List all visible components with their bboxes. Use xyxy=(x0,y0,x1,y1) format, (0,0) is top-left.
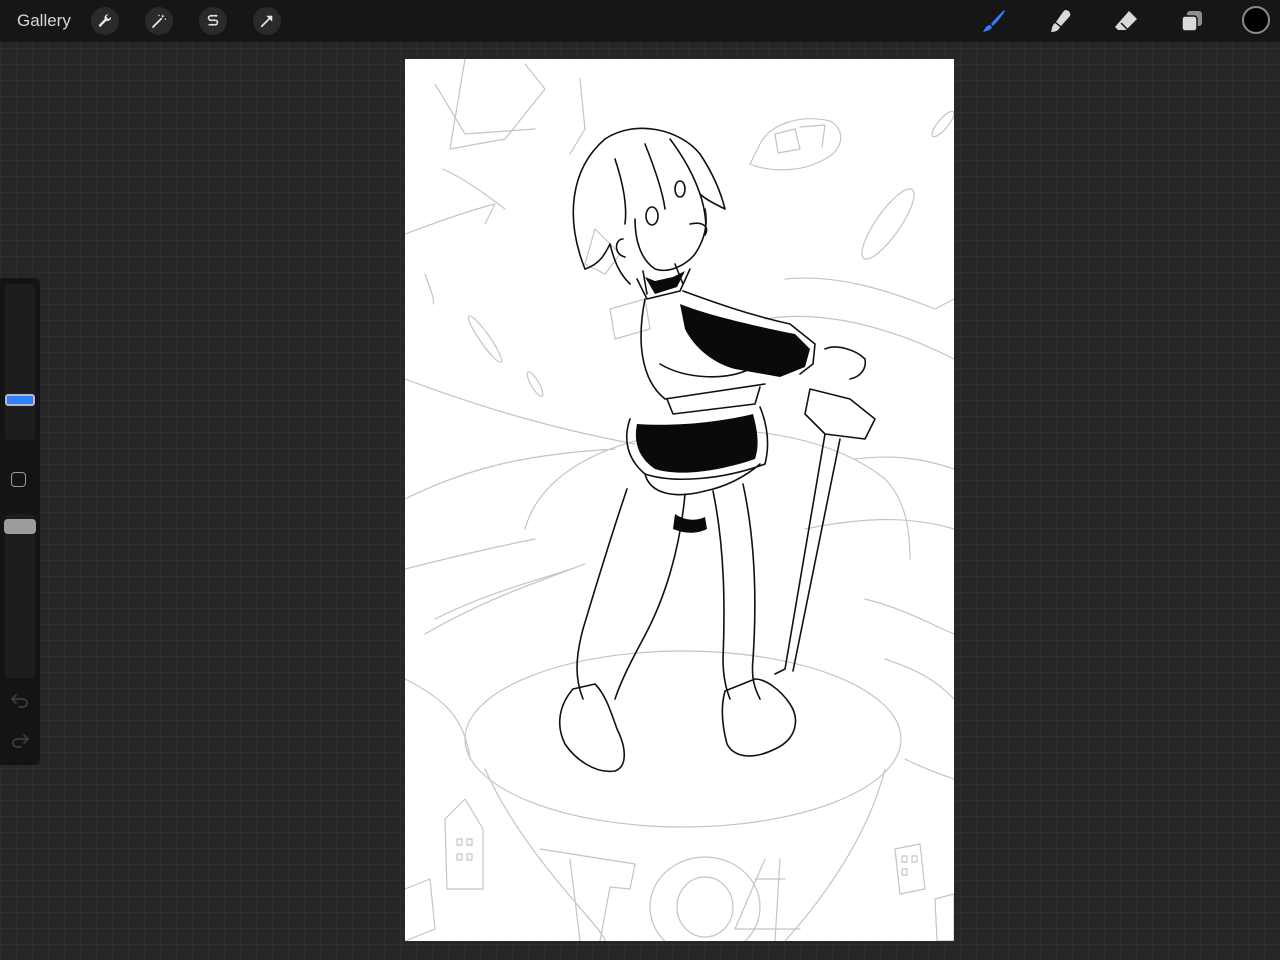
opacity-handle[interactable] xyxy=(4,519,36,534)
modify-button[interactable] xyxy=(11,472,26,487)
eraser-icon xyxy=(1115,11,1137,30)
wrench-icon xyxy=(98,14,111,27)
transform-button[interactable] xyxy=(253,7,281,35)
opacity-slider[interactable] xyxy=(5,514,35,678)
drawing-canvas[interactable] xyxy=(405,59,954,941)
layers-button[interactable] xyxy=(1176,5,1208,37)
line-art-drawing xyxy=(405,59,954,941)
smudge-tool-button[interactable] xyxy=(1044,5,1076,37)
sketch-background xyxy=(405,59,954,941)
undo-icon[interactable] xyxy=(10,692,30,708)
selection-button[interactable] xyxy=(199,7,227,35)
procreate-app: Gallery xyxy=(0,0,1280,960)
brush-size-slider[interactable] xyxy=(5,284,35,440)
color-picker-button[interactable] xyxy=(1242,6,1270,34)
top-toolbar: Gallery xyxy=(0,0,1280,42)
arrow-cursor-icon xyxy=(260,15,273,28)
smudge-icon xyxy=(1051,10,1071,32)
brush-tool-button[interactable] xyxy=(978,5,1010,37)
redo-icon[interactable] xyxy=(10,732,30,748)
brush-size-handle[interactable] xyxy=(5,394,35,406)
selection-s-icon xyxy=(207,14,219,26)
actions-button[interactable] xyxy=(91,7,119,35)
eraser-tool-button[interactable] xyxy=(1110,5,1142,37)
magic-wand-icon xyxy=(152,14,167,28)
gallery-button[interactable]: Gallery xyxy=(17,11,71,31)
brush-icon xyxy=(983,10,1005,32)
adjustments-button[interactable] xyxy=(145,7,173,35)
left-sidebar xyxy=(0,278,40,765)
layers-icon xyxy=(1181,11,1202,32)
character-ink-fills xyxy=(635,271,810,533)
